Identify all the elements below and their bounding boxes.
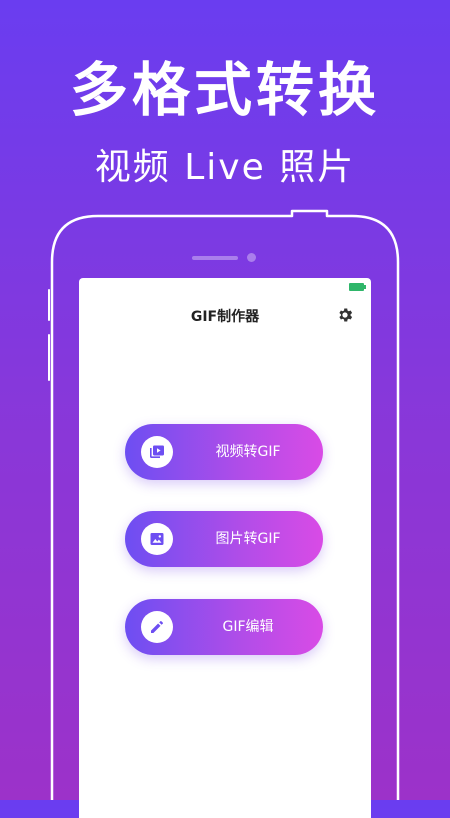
- image-to-gif-label: 图片转GIF: [215, 531, 281, 547]
- image-to-gif-button[interactable]: 图片转GIF: [125, 511, 323, 567]
- phone-speaker: [192, 256, 238, 260]
- app-title: GIF制作器: [190, 309, 260, 325]
- gear-icon: [339, 308, 353, 322]
- pencil-icon: [151, 620, 164, 633]
- icon-circle: [141, 611, 173, 643]
- gif-edit-label: GIF编辑: [222, 619, 274, 635]
- phone-camera: [247, 253, 256, 262]
- video-library-icon: [150, 445, 164, 458]
- battery-icon: [349, 283, 366, 291]
- gif-edit-button[interactable]: GIF编辑: [125, 599, 323, 655]
- settings-button[interactable]: [336, 306, 354, 324]
- icon-circle: [141, 436, 173, 468]
- video-to-gif-button[interactable]: 视频转GIF: [125, 424, 323, 480]
- app-screen: GIF制作器 视频转GIF 图片转GIF GIF编辑: [79, 278, 371, 818]
- image-icon: [150, 533, 164, 545]
- icon-circle: [141, 523, 173, 555]
- video-to-gif-label: 视频转GIF: [215, 444, 281, 460]
